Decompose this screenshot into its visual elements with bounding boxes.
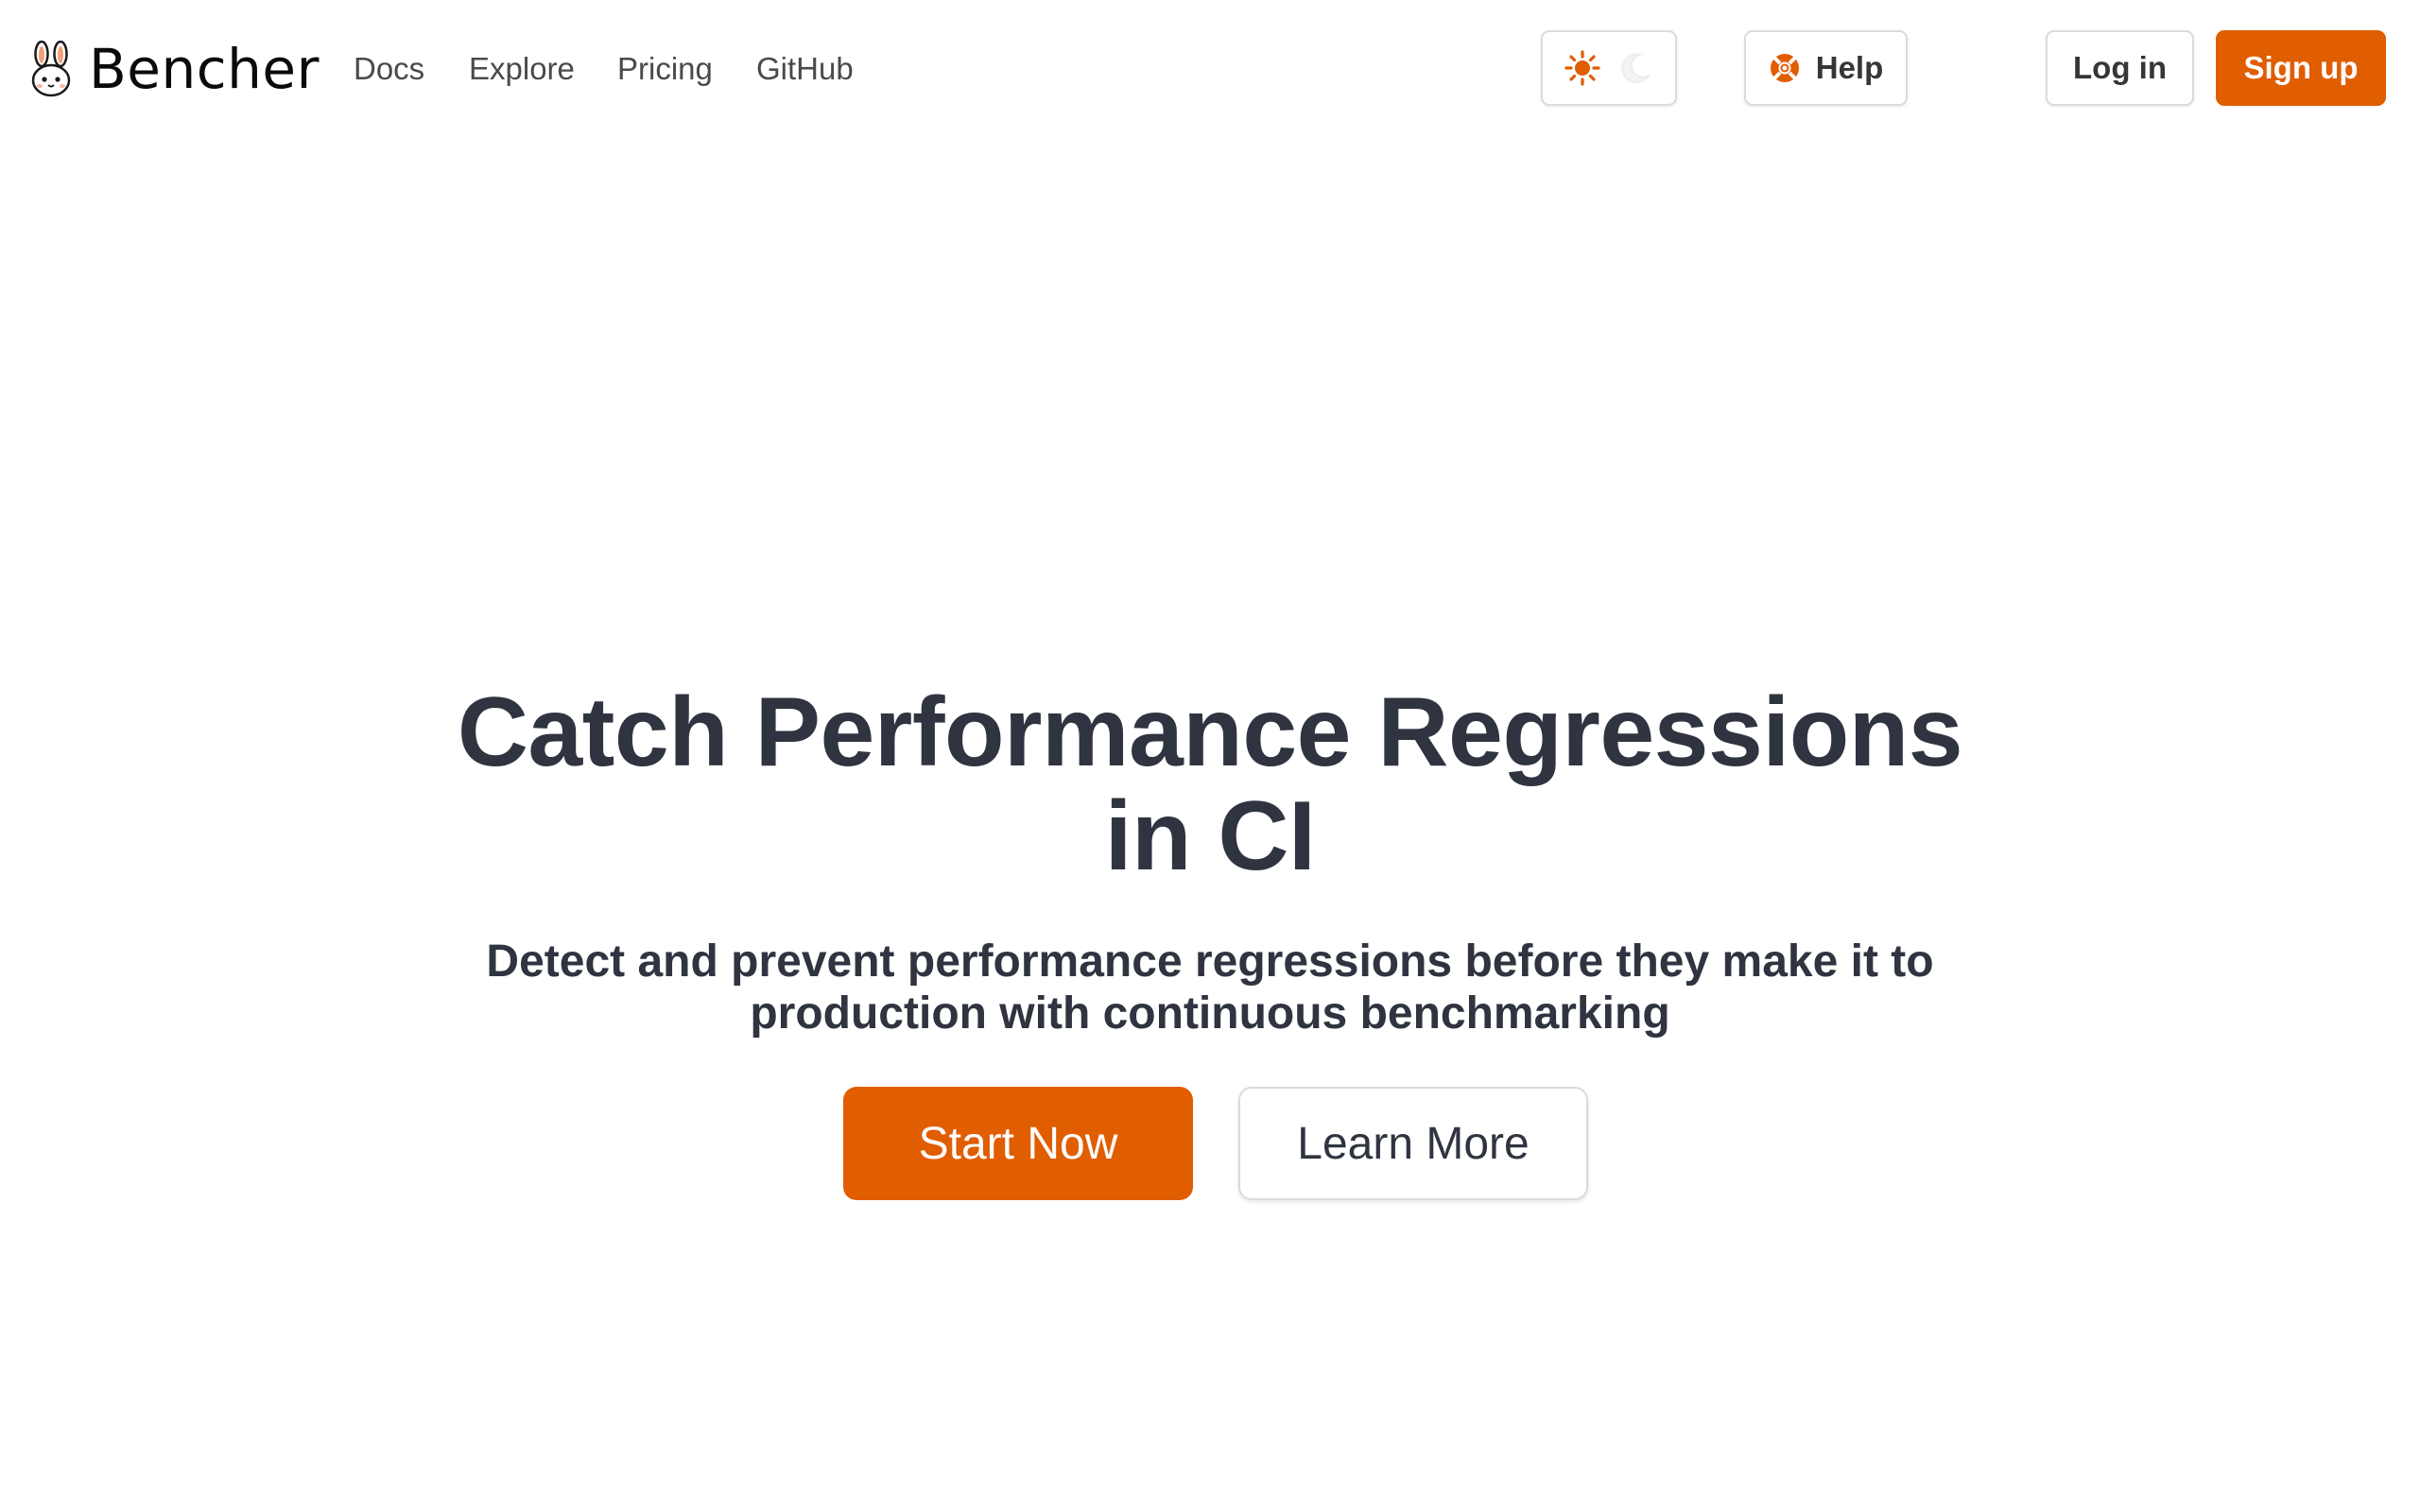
hero-actions: Start Now Learn More [0, 1087, 2420, 1200]
rabbit-logo-icon [31, 41, 71, 97]
nav-link-pricing[interactable]: Pricing [617, 47, 713, 91]
learn-more-button[interactable]: Learn More [1238, 1087, 1588, 1200]
top-navbar: Bencher Docs Explore Pricing GitHub Help… [0, 0, 2420, 140]
start-now-button[interactable]: Start Now [843, 1087, 1193, 1200]
nav-link-github[interactable]: GitHub [756, 47, 854, 91]
brand-home-link[interactable]: Bencher [30, 36, 320, 102]
help-button[interactable]: Help [1744, 30, 1908, 106]
signup-button[interactable]: Sign up [2216, 30, 2386, 106]
brand-name: Bencher [89, 37, 320, 101]
help-label: Help [1815, 50, 1884, 85]
login-button[interactable]: Log in [2046, 30, 2194, 106]
nav-link-docs[interactable]: Docs [354, 47, 424, 91]
theme-toggle[interactable] [1541, 30, 1677, 106]
hero-subtitle: Detect and prevent performance regressio… [486, 936, 1934, 1039]
lifebuoy-icon [1770, 54, 1799, 82]
nav-link-explore[interactable]: Explore [469, 47, 575, 91]
hero-section: Catch Performance Regressions in CI Dete… [0, 680, 2420, 1040]
sun-icon[interactable] [1564, 50, 1600, 86]
hero-title: Catch Performance Regressions in CI [457, 678, 1963, 891]
moon-icon[interactable] [1617, 50, 1653, 86]
